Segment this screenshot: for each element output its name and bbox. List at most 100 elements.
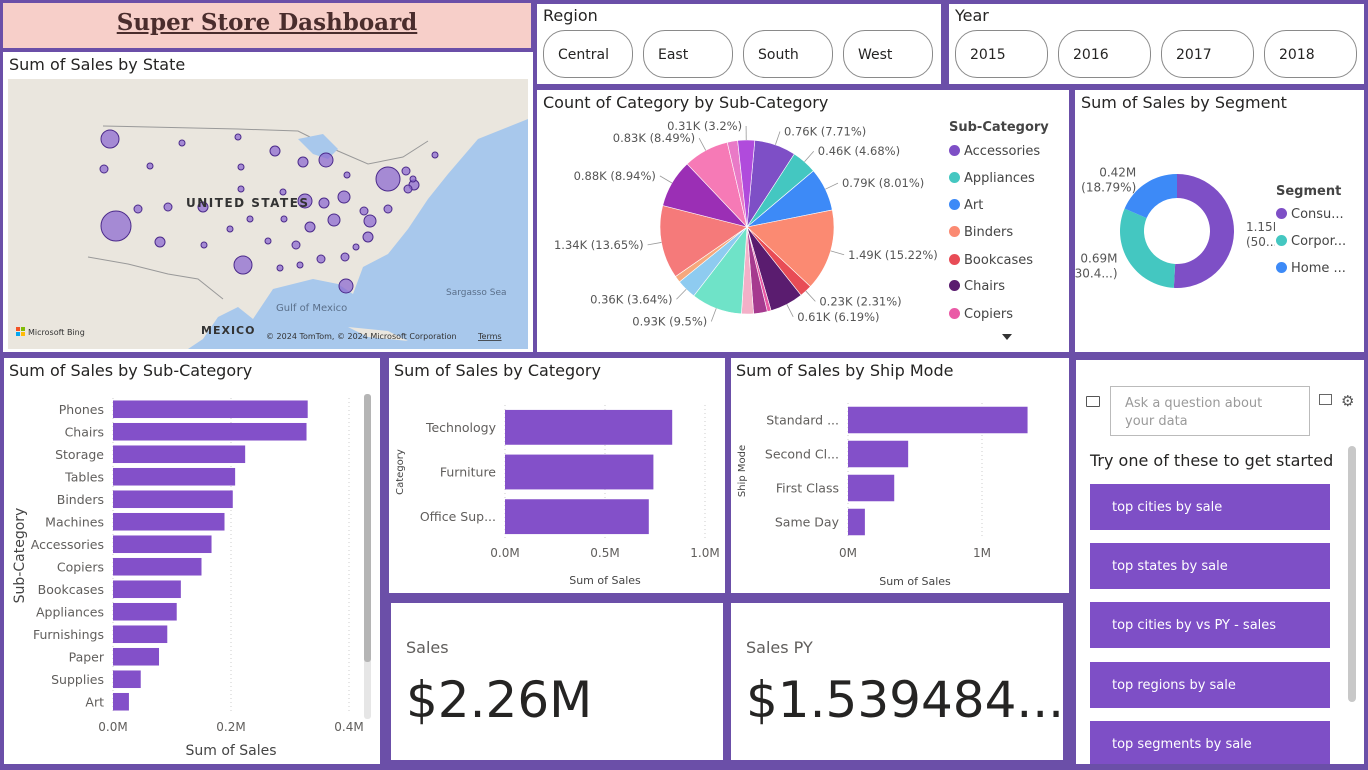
x-axis-title: Sum of Sales <box>185 743 276 759</box>
bar-appliances <box>113 602 177 621</box>
qa-input[interactable]: Ask a question about your data <box>1110 386 1310 436</box>
pie-panel: Count of Category by Sub-Category 0.76K … <box>537 90 1069 352</box>
legend-dot <box>949 199 960 210</box>
pie-data-label: 0.83K (8.49%) <box>613 131 695 145</box>
shipmode-bar-panel: Sum of Sales by Ship Mode 0M 1M Standard .… <box>731 358 1069 593</box>
qa-suggestion-top-cities-vs-py[interactable]: top cities by vs PY - sales <box>1090 602 1330 648</box>
legend-label: Appliances <box>964 171 1035 186</box>
y-axis-title: Ship Mode <box>737 445 748 497</box>
year-option-2015[interactable]: 2015 <box>955 30 1048 78</box>
donut-chart[interactable]: 1.15M(50....) 0.69M(30.4...) 0.42M(18.79%) <box>1075 120 1275 340</box>
x-tick-label: 0.0M <box>98 720 127 734</box>
bar-officesup <box>505 499 649 535</box>
year-option-2017[interactable]: 2017 <box>1161 30 1254 78</box>
y-category-label: Copiers <box>57 559 104 574</box>
region-option-east[interactable]: East <box>643 30 733 78</box>
donut-data-label-percent: (50....) <box>1246 235 1275 249</box>
pie-leader-line <box>676 288 687 300</box>
subcat-bar-title: Sum of Sales by Sub-Category <box>9 361 253 380</box>
x-tick-label: 1M <box>973 546 991 560</box>
pie-legend-copiers[interactable]: Copiers <box>949 307 1013 322</box>
bar-bookcases <box>113 580 181 599</box>
y-category-label: Same Day <box>775 515 840 530</box>
pie-leader-line <box>830 250 845 256</box>
qa-suggestion-top-regions[interactable]: top regions by sale <box>1090 662 1330 708</box>
donut-legend-home-office[interactable]: Home ... <box>1276 261 1346 276</box>
pie-chart[interactable]: 0.76K (7.71%) 0.46K (4.68%) 0.79K (8.01%) 1… <box>537 112 937 352</box>
legend-label: Corpor... <box>1291 234 1347 249</box>
pie-leader-line <box>659 175 673 184</box>
country-label: UNITED STATES <box>186 196 310 210</box>
y-category-label: Furniture <box>440 465 496 480</box>
us-map[interactable]: UNITED STATES MEXICO Gulf of Mexico Sarg… <box>8 79 528 349</box>
sales-py-card-value: $1.539484... <box>746 671 1063 729</box>
scrollbar-thumb <box>364 394 371 662</box>
bar-furniture <box>505 454 654 490</box>
settings-gear-icon[interactable]: ⚙ <box>1341 392 1354 410</box>
bar-machines <box>113 512 225 531</box>
bar-sameday <box>848 508 865 536</box>
pie-data-label: 0.88K (8.94%) <box>574 169 656 183</box>
pie-data-label: 0.36K (3.64%) <box>590 292 672 306</box>
map-terms-link[interactable]: Terms <box>477 332 502 341</box>
y-category-label: Tables <box>64 469 104 484</box>
x-axis-title: Sum of Sales <box>569 574 641 587</box>
subcat-bar-chart[interactable]: 0.0M 0.2M 0.4M Phones Chairs Storage Tables Bin… <box>4 384 380 764</box>
region-option-central[interactable]: Central <box>543 30 633 78</box>
qa-suggestion-top-segments[interactable]: top segments by sale <box>1090 721 1330 764</box>
pie-data-label: 0.61K (6.19%) <box>797 310 879 324</box>
qa-heading: Try one of these to get started <box>1090 451 1334 470</box>
year-slicer-title: Year <box>955 6 989 25</box>
bing-logo-text: Microsoft Bing <box>28 328 85 337</box>
bar-tables <box>113 467 236 486</box>
pie-leader-line <box>775 131 781 145</box>
donut-title: Sum of Sales by Segment <box>1081 93 1287 112</box>
donut-slice-consumer <box>1173 174 1234 288</box>
convert-to-visual-icon[interactable] <box>1319 394 1332 405</box>
pie-legend-bookcases[interactable]: Bookcases <box>949 253 1033 268</box>
region-slicer: Region Central East South West <box>537 4 941 84</box>
pie-legend-art[interactable]: Art <box>949 198 983 213</box>
gulf-label: Gulf of Mexico <box>276 303 347 314</box>
y-category-label: Second Cl... <box>765 447 839 462</box>
y-axis-title: Sub-Category <box>12 508 28 604</box>
year-option-2016[interactable]: 2016 <box>1058 30 1151 78</box>
qa-scrollbar[interactable] <box>1348 446 1356 702</box>
donut-legend-corporate[interactable]: Corpor... <box>1276 234 1346 249</box>
bar-furnishings <box>113 625 168 644</box>
qa-suggestion-top-states[interactable]: top states by sale <box>1090 543 1330 589</box>
region-option-west[interactable]: West <box>843 30 933 78</box>
y-category-label: Paper <box>69 649 105 664</box>
pie-legend-binders[interactable]: Binders <box>949 225 1013 240</box>
legend-dot <box>949 280 960 291</box>
comment-icon[interactable] <box>1086 396 1100 407</box>
category-bar-chart[interactable]: 0.0M 0.5M 1.0M Technology Furniture Office Su… <box>389 381 725 593</box>
y-axis-title: Category <box>395 449 406 495</box>
category-bar-title: Sum of Sales by Category <box>394 361 601 380</box>
pie-legend-appliances[interactable]: Appliances <box>949 171 1035 186</box>
legend-label: Bookcases <box>964 253 1034 268</box>
donut-legend-consumer[interactable]: Consu... <box>1276 207 1344 222</box>
legend-scroll-down-icon[interactable] <box>1002 334 1012 340</box>
donut-legend-title: Segment <box>1276 184 1342 199</box>
legend-label: Accessories <box>964 144 1041 159</box>
y-category-label: Accessories <box>31 537 104 552</box>
legend-dot <box>1276 262 1287 273</box>
map-attribution: © 2024 TomTom, © 2024 Microsoft Corporat… <box>266 332 457 341</box>
title-banner: Super Store Dashboard <box>3 3 531 48</box>
pie-leader-line <box>710 308 717 322</box>
donut-data-label-percent: (30.4...) <box>1075 266 1117 280</box>
x-tick-label: 0.4M <box>334 720 363 734</box>
y-category-label: Supplies <box>51 672 104 687</box>
region-option-south[interactable]: South <box>743 30 833 78</box>
x-tick-label: 1.0M <box>690 546 719 560</box>
bar-technology <box>505 409 673 445</box>
pie-data-label: 1.34K (13.65%) <box>554 238 644 252</box>
pie-data-label: 0.93K (9.5%) <box>632 314 707 328</box>
pie-legend-accessories[interactable]: Accessories <box>949 144 1040 159</box>
year-option-2018[interactable]: 2018 <box>1264 30 1357 78</box>
donut-data-label-percent: (18.79%) <box>1081 180 1136 194</box>
qa-suggestion-top-cities[interactable]: top cities by sale <box>1090 484 1330 530</box>
pie-legend-chairs[interactable]: Chairs <box>949 279 1005 294</box>
shipmode-bar-chart[interactable]: 0M 1M Standard ... Second Cl... First Class S… <box>731 381 1069 593</box>
